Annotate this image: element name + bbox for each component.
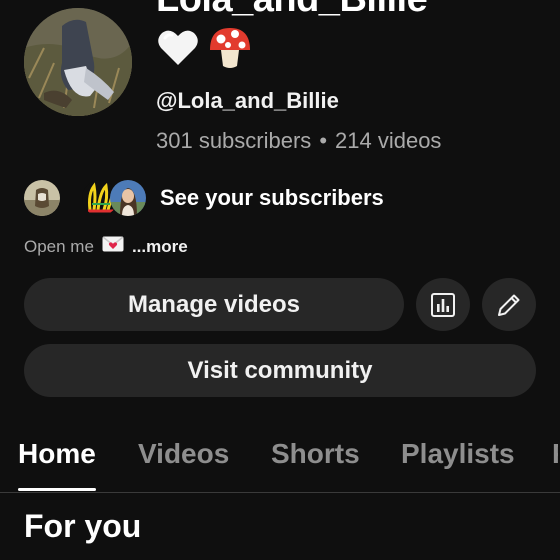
dog-outdoors-avatar	[24, 8, 132, 116]
tab-home[interactable]: Home	[18, 438, 96, 491]
channel-name: Lola_and_Billie	[156, 0, 428, 21]
video-count: 214 videos	[335, 128, 442, 153]
description-text: Open me	[24, 236, 94, 256]
pencil-icon	[498, 294, 520, 316]
stats-separator: •	[319, 128, 328, 153]
analytics-icon	[431, 292, 455, 317]
channel-avatar[interactable]	[24, 8, 132, 116]
analytics-button[interactable]	[416, 278, 470, 331]
visit-community-label: Visit community	[187, 356, 373, 384]
tab-shorts[interactable]: Shorts	[271, 438, 360, 491]
see-subscribers-row[interactable]: See your subscribers	[24, 178, 384, 218]
manage-videos-label: Manage videos	[127, 290, 301, 318]
channel-name-emojis	[156, 24, 254, 72]
heart-envelope-icon	[102, 236, 124, 257]
mushroom-icon	[210, 28, 250, 68]
tab-playlists[interactable]: Playlists	[401, 438, 515, 491]
see-subscribers-label: See your subscribers	[160, 185, 384, 210]
tab-videos[interactable]: Videos	[138, 438, 229, 491]
channel-tabs: Home Videos Shorts Playlists Posts	[0, 438, 560, 493]
manage-videos-button[interactable]: Manage videos	[24, 278, 404, 331]
subscriber-avatar-dog	[24, 180, 60, 216]
channel-stats: 301 subscribers • 214 videos	[156, 128, 441, 154]
white-heart-icon	[158, 30, 198, 66]
description-more-link[interactable]: ...more	[132, 237, 188, 257]
edit-channel-button[interactable]	[482, 278, 536, 331]
subscriber-avatar-girl	[110, 180, 146, 216]
tab-posts[interactable]: Posts	[552, 438, 558, 491]
for-you-heading: For you	[24, 508, 142, 544]
visit-community-button[interactable]: Visit community	[24, 344, 536, 397]
channel-handle: @Lola_and_Billie	[156, 88, 339, 113]
channel-description[interactable]: Open me ...more	[24, 236, 188, 257]
subscriber-count: 301 subscribers	[156, 128, 312, 153]
